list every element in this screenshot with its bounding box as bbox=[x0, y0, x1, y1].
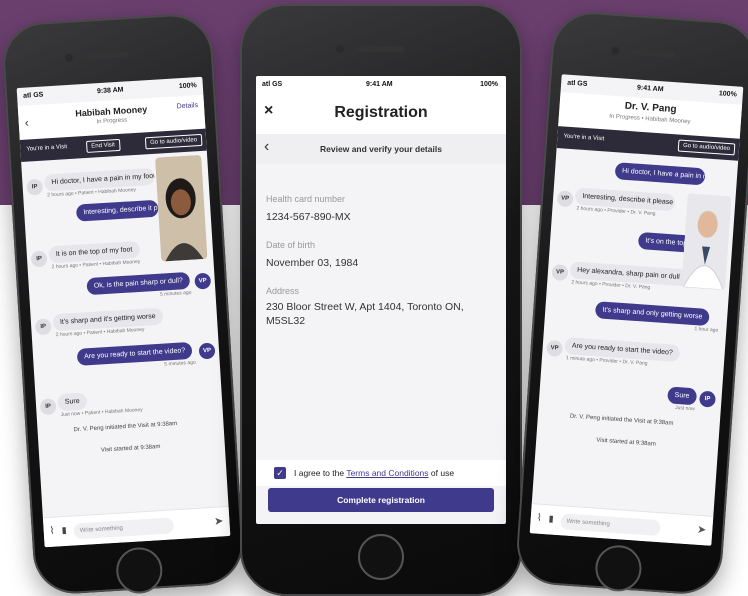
address-value: 230 Bloor Street W, Apt 1404, Toronto ON… bbox=[266, 301, 464, 327]
provider-avatar: VP bbox=[198, 342, 216, 360]
message-bubble: Hi doctor, I have a pain in my foot bbox=[43, 167, 155, 192]
home-button[interactable] bbox=[593, 543, 643, 593]
status-bar: atl GS 9:41 AM 100% bbox=[256, 76, 506, 94]
middle-phone-camera bbox=[336, 45, 344, 53]
visit-bar-label: You're in a Visit bbox=[563, 133, 605, 143]
system-message: Dr. V. Peng initiated the Visit at 9:38a… bbox=[73, 420, 178, 434]
message-meta: Just now bbox=[674, 404, 695, 413]
complete-registration-label: Complete registration bbox=[337, 495, 425, 505]
delete-icon[interactable]: ▮ bbox=[548, 513, 554, 524]
carrier-label: atl GS bbox=[262, 81, 283, 88]
provider-portrait-icon bbox=[681, 193, 732, 291]
message-bubble: Sure bbox=[667, 386, 697, 406]
patient-video-thumbnail[interactable] bbox=[155, 154, 208, 262]
patient-avatar: IP bbox=[34, 318, 52, 336]
middle-phone-speaker bbox=[358, 46, 404, 52]
page-title: Registration bbox=[334, 104, 428, 121]
agree-checkbox[interactable]: ✓ bbox=[274, 467, 286, 479]
message-bubble: Hi doctor, I have a pain in my foot bbox=[614, 162, 706, 186]
system-message: Dr. V. Peng initiated the Visit at 9:38a… bbox=[569, 413, 674, 427]
audio-video-button[interactable]: Go to audio/video bbox=[677, 139, 736, 156]
message-meta: 5 minutes ago bbox=[159, 289, 192, 298]
message-bubble: Interesting, describe it please bbox=[75, 199, 159, 222]
patient-avatar: IP bbox=[30, 250, 48, 268]
battery-label: 100% bbox=[178, 82, 198, 91]
right-phone-speaker bbox=[631, 49, 676, 59]
message-composer: ⌇ ▮ Write something ➤ bbox=[42, 505, 231, 548]
message-bubble: It's sharp and only getting worse bbox=[594, 301, 710, 327]
message-input[interactable]: Write something bbox=[560, 513, 661, 537]
health-card-label: Health card number bbox=[266, 194, 346, 204]
left-phone: atl GS 9:38 AM 100% ‹ Habibah Mooney In … bbox=[0, 12, 246, 596]
carrier-label: atl GS bbox=[566, 79, 588, 88]
attach-icon[interactable]: ⌇ bbox=[536, 513, 542, 524]
health-card-value: 1234-567-890-MX bbox=[266, 211, 351, 223]
provider-avatar: VP bbox=[551, 264, 569, 282]
agree-suffix: of use bbox=[428, 468, 455, 478]
patient-avatar: IP bbox=[26, 178, 44, 196]
complete-registration-button[interactable]: Complete registration bbox=[268, 488, 494, 512]
clock-label: 9:41 AM bbox=[366, 81, 393, 88]
battery-label: 100% bbox=[480, 81, 498, 88]
provider-avatar: VP bbox=[194, 272, 212, 290]
message-meta: 1 hour ago bbox=[694, 326, 719, 334]
patient-avatar: IP bbox=[698, 390, 717, 408]
provider-avatar: VP bbox=[546, 339, 564, 357]
message-bubble: Sure bbox=[57, 392, 88, 412]
message-bubble: It's sharp and it's getting worse bbox=[52, 307, 164, 332]
left-phone-speaker bbox=[84, 51, 129, 60]
right-phone-screen: atl GS 9:41 AM 100% Dr. V. Pang In Progr… bbox=[529, 74, 744, 546]
message-composer: ⌇ ▮ Write something ➤ bbox=[529, 503, 714, 546]
clock-label: 9:41 AM bbox=[636, 84, 664, 94]
carrier-label: atl GS bbox=[22, 91, 44, 100]
end-visit-button[interactable]: End Visit bbox=[85, 138, 121, 153]
system-message: Visit started at 9:38am bbox=[596, 437, 656, 448]
left-phone-camera bbox=[64, 53, 74, 63]
clock-label: 9:38 AM bbox=[96, 86, 124, 96]
dob-label: Date of birth bbox=[266, 240, 316, 250]
right-phone: atl GS 9:41 AM 100% Dr. V. Pang In Progr… bbox=[514, 9, 748, 596]
middle-phone: atl GS 9:41 AM 100% × Registration ‹ Rev… bbox=[240, 4, 522, 596]
message-meta: 5 minutes ago bbox=[164, 359, 196, 368]
send-icon[interactable]: ➤ bbox=[214, 514, 224, 528]
delete-icon[interactable]: ▮ bbox=[61, 525, 67, 536]
address-label: Address bbox=[266, 286, 300, 296]
terms-link[interactable]: Terms and Conditions bbox=[346, 468, 428, 478]
home-button[interactable] bbox=[358, 534, 404, 580]
middle-phone-screen: atl GS 9:41 AM 100% × Registration ‹ Rev… bbox=[256, 76, 506, 524]
agree-text: I agree to the Terms and Conditions of u… bbox=[294, 468, 454, 478]
patient-avatar: IP bbox=[39, 398, 57, 416]
agree-row: ✓ I agree to the Terms and Conditions of… bbox=[256, 460, 506, 486]
attach-icon[interactable]: ⌇ bbox=[49, 526, 55, 537]
subheader-bar: ‹ Review and verify your details bbox=[256, 134, 506, 164]
dob-value: November 03, 1984 bbox=[266, 257, 359, 269]
right-phone-camera bbox=[611, 46, 620, 56]
visit-bar-label: You're in a Visit bbox=[26, 144, 68, 153]
left-phone-screen: atl GS 9:38 AM 100% ‹ Habibah Mooney In … bbox=[16, 76, 231, 548]
provider-avatar: VP bbox=[556, 190, 574, 208]
home-button[interactable] bbox=[114, 546, 164, 595]
system-message: Visit started at 9:38am bbox=[100, 443, 161, 454]
subheader-title: Review and verify your details bbox=[320, 144, 442, 154]
registration-header: × Registration bbox=[256, 94, 506, 134]
agree-prefix: I agree to the bbox=[294, 468, 347, 478]
details-link[interactable]: Details bbox=[176, 102, 198, 110]
audio-video-button[interactable]: Go to audio/video bbox=[144, 133, 203, 150]
send-icon[interactable]: ➤ bbox=[697, 523, 707, 537]
message-input[interactable]: Write something bbox=[73, 517, 175, 540]
battery-label: 100% bbox=[718, 90, 737, 99]
patient-portrait-icon bbox=[155, 154, 208, 262]
provider-video-thumbnail[interactable] bbox=[681, 193, 732, 291]
